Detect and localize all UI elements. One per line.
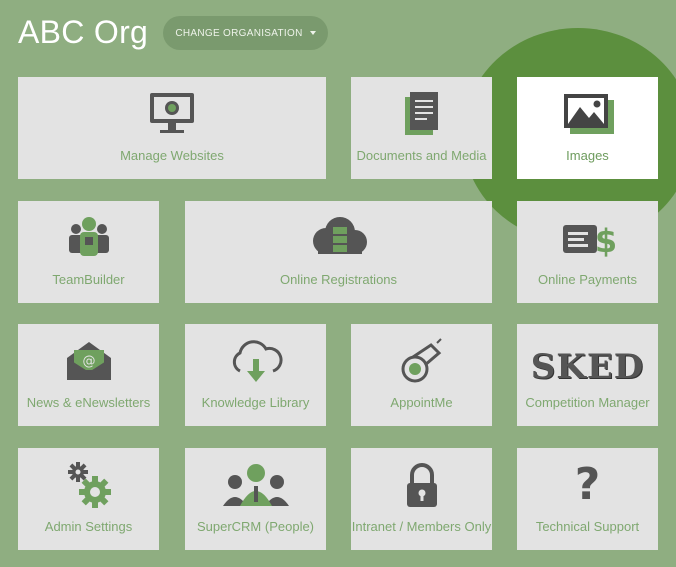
envelope-icon: @: [59, 336, 119, 386]
question-icon: ?: [558, 460, 618, 510]
org-title: ABC Org: [18, 14, 149, 50]
gears-icon: [59, 460, 119, 510]
sked-logo-text: SKED: [530, 347, 645, 387]
people-icon: [221, 460, 291, 510]
tile-appointme[interactable]: AppointMe: [351, 324, 492, 426]
tile-label: Images: [566, 148, 609, 163]
caret-down-icon: [309, 31, 316, 35]
svg-text:@: @: [82, 354, 95, 369]
tile-intranet-members-only[interactable]: Intranet / Members Only: [351, 448, 492, 550]
cloud-download-icon: [226, 336, 286, 386]
document-icon: [392, 89, 452, 139]
tile-supercrm-people[interactable]: SuperCRM (People): [185, 448, 326, 550]
tile-label: Intranet / Members Only: [351, 519, 492, 534]
question-glyph: ?: [574, 459, 601, 510]
tile-manage-websites[interactable]: Manage Websites: [18, 77, 326, 179]
sked-logo: SKED: [528, 342, 648, 392]
tile-label: Online Payments: [538, 272, 637, 287]
tile-admin-settings[interactable]: Admin Settings: [18, 448, 159, 550]
tile-images[interactable]: Images: [517, 77, 658, 179]
svg-text:$: $: [594, 222, 615, 260]
tile-knowledge-library[interactable]: Knowledge Library: [185, 324, 326, 426]
tile-label: Competition Manager: [525, 395, 650, 410]
whistle-icon: [392, 336, 452, 386]
tile-competition-manager[interactable]: SKED Competition Manager: [517, 324, 658, 426]
tile-label: Online Registrations: [279, 272, 398, 287]
tile-label: News & eNewsletters: [26, 395, 151, 410]
monitor-icon: [142, 89, 202, 139]
tile-documents-and-media[interactable]: Documents and Media: [351, 77, 492, 179]
tile-teambuilder[interactable]: TeamBuilder: [18, 201, 159, 303]
payments-icon: $: [558, 213, 618, 263]
tile-label: Admin Settings: [44, 519, 133, 534]
tile-label: TeamBuilder: [52, 272, 125, 287]
tile-label: SuperCRM (People): [196, 519, 315, 534]
cloud-server-icon: [304, 213, 374, 263]
tile-online-registrations[interactable]: Online Registrations: [185, 201, 492, 303]
tile-online-payments[interactable]: $ Online Payments: [517, 201, 658, 303]
tile-news-enewsletters[interactable]: @ News & eNewsletters: [18, 324, 159, 426]
tile-technical-support[interactable]: ? Technical Support: [517, 448, 658, 550]
tile-label: Technical Support: [535, 519, 640, 534]
tile-label: Manage Websites: [120, 148, 224, 163]
tile-label: Documents and Media: [356, 148, 487, 163]
tile-label: Knowledge Library: [201, 395, 310, 410]
change-organisation-button[interactable]: CHANGE ORGANISATION: [163, 16, 328, 50]
change-organisation-label: CHANGE ORGANISATION: [175, 27, 303, 39]
lock-icon: [392, 460, 452, 510]
image-icon: [558, 89, 618, 139]
tile-label: AppointMe: [390, 395, 453, 410]
team-icon: [59, 213, 119, 263]
